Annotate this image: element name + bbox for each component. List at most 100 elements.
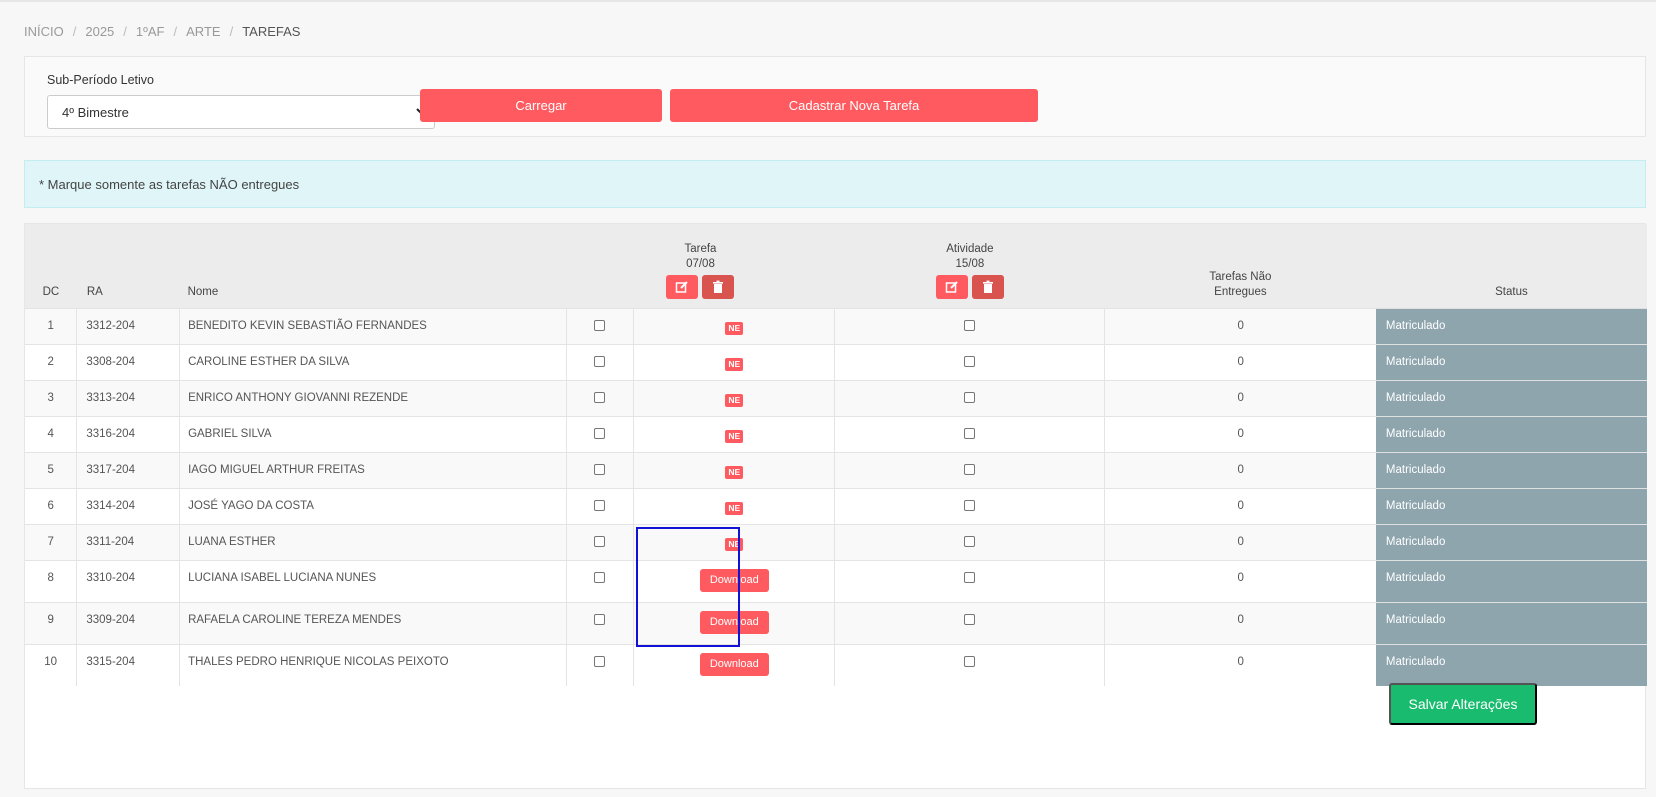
delete-tarefa-button[interactable] bbox=[702, 274, 735, 299]
ne-badge: NE bbox=[725, 357, 744, 371]
atividade-checkbox[interactable] bbox=[964, 499, 976, 511]
breadcrumb-separator: / bbox=[123, 24, 127, 39]
edit-tarefa-button[interactable] bbox=[666, 274, 699, 299]
load-button[interactable]: Carregar bbox=[420, 89, 662, 122]
table-body: 1 3312-204 BENEDITO KEVIN SEBASTIÃO FERNAN… bbox=[25, 307, 1647, 686]
breadcrumb-year[interactable]: 2025 bbox=[85, 24, 114, 39]
header-nao-entregues: Tarefas Não Entregues bbox=[1105, 224, 1376, 308]
cell-tarefa-check bbox=[565, 523, 634, 560]
breadcrumb-home[interactable]: INÍCIO bbox=[24, 24, 64, 39]
cell-ra: 3311-204 bbox=[76, 523, 180, 560]
tarefa-checkbox[interactable] bbox=[594, 355, 606, 367]
atividade-checkbox[interactable] bbox=[964, 571, 976, 583]
tarefa-checkbox[interactable] bbox=[594, 463, 606, 475]
breadcrumb-separator: / bbox=[173, 24, 178, 39]
cell-tarefa-file: Download bbox=[633, 643, 835, 686]
info-alert: * Marque somente as tarefas NÃO entregue… bbox=[24, 160, 1646, 208]
tarefa-checkbox[interactable] bbox=[594, 613, 606, 625]
atividade-checkbox[interactable] bbox=[964, 535, 976, 547]
cell-dc: 1 bbox=[25, 307, 77, 344]
cell-atividade-check bbox=[834, 523, 1105, 560]
header-ra: RA bbox=[86, 285, 103, 298]
table-row: 4 3316-204 GABRIEL SILVA NE 0 Matriculado bbox=[25, 415, 1647, 452]
cell-nao-entregues: 0 bbox=[1104, 559, 1376, 602]
cell-tarefa-file: NE bbox=[633, 343, 835, 380]
atividade-checkbox[interactable] bbox=[964, 427, 976, 439]
cell-nao-entregues: 0 bbox=[1104, 307, 1376, 344]
cell-tarefa-check bbox=[565, 307, 634, 344]
ne-badge: NE bbox=[725, 429, 744, 443]
cell-atividade-check bbox=[834, 343, 1105, 380]
cell-tarefa-file: NE bbox=[633, 523, 835, 560]
download-button[interactable]: Download bbox=[699, 568, 769, 592]
table-row: 8 3310-204 LUCIANA ISABEL LUCIANA NUNES Dow… bbox=[25, 559, 1647, 602]
cell-atividade-check bbox=[834, 451, 1105, 488]
cell-tarefa-check bbox=[565, 451, 634, 488]
save-changes-button[interactable]: Salvar Alterações bbox=[1389, 683, 1537, 725]
new-task-button[interactable]: Cadastrar Nova Tarefa bbox=[670, 89, 1038, 122]
tarefa-checkbox[interactable] bbox=[594, 427, 606, 439]
download-button[interactable]: Download bbox=[699, 610, 769, 634]
trash-icon bbox=[982, 280, 993, 293]
cell-tarefa-file: NE bbox=[633, 451, 835, 488]
cell-nome: BENEDITO KEVIN SEBASTIÃO FERNANDES bbox=[179, 307, 566, 344]
delete-atividade-button[interactable] bbox=[971, 274, 1004, 299]
cell-tarefa-check bbox=[565, 379, 634, 416]
table-row: 2 3308-204 CAROLINE ESTHER DA SILVA NE 0 Matr… bbox=[25, 343, 1647, 380]
cell-tarefa-check bbox=[565, 601, 634, 644]
breadcrumb-subject[interactable]: ARTE bbox=[186, 24, 220, 39]
atividade-checkbox[interactable] bbox=[964, 463, 976, 475]
cell-ra: 3312-204 bbox=[76, 307, 180, 344]
status-cell: Matriculado bbox=[1375, 379, 1647, 416]
cell-dc: 5 bbox=[25, 451, 77, 488]
cell-nao-entregues: 0 bbox=[1104, 451, 1376, 488]
cell-nao-entregues: 0 bbox=[1104, 487, 1376, 524]
breadcrumb: INÍCIO / 2025 / 1ºAF / ARTE / TAREFAS bbox=[24, 24, 300, 39]
breadcrumb-current: TAREFAS bbox=[242, 24, 301, 39]
tarefa-checkbox[interactable] bbox=[594, 655, 606, 667]
top-divider bbox=[0, 0, 1656, 2]
cell-nao-entregues: 0 bbox=[1104, 643, 1376, 686]
download-button[interactable]: Download bbox=[699, 652, 769, 676]
atividade-checkbox[interactable] bbox=[964, 391, 976, 403]
cell-dc: 8 bbox=[25, 559, 77, 602]
tarefa-checkbox[interactable] bbox=[594, 535, 606, 547]
tarefa-checkbox[interactable] bbox=[594, 319, 606, 331]
cell-tarefa-check bbox=[565, 487, 634, 524]
atividade-checkbox[interactable] bbox=[964, 613, 976, 625]
cell-atividade-check bbox=[834, 643, 1105, 686]
cell-tarefa-file: Download bbox=[633, 601, 835, 644]
table-row: 1 3312-204 BENEDITO KEVIN SEBASTIÃO FERNAN… bbox=[25, 307, 1647, 344]
atividade-checkbox[interactable] bbox=[964, 355, 976, 367]
table-header-row: DC RA Nome Tarefa 07/08 Atividade 15/08 … bbox=[25, 224, 1647, 308]
cell-nome: IAGO MIGUEL ARTHUR FREITAS bbox=[179, 451, 566, 488]
header-atividade: Atividade 15/08 bbox=[835, 224, 1105, 308]
cell-ra: 3308-204 bbox=[76, 343, 180, 380]
tarefa-checkbox[interactable] bbox=[594, 571, 606, 583]
ne-badge: NE bbox=[725, 465, 744, 479]
edit-atividade-button[interactable] bbox=[935, 274, 968, 299]
tarefa-checkbox[interactable] bbox=[594, 391, 606, 403]
breadcrumb-class[interactable]: 1ºAF bbox=[136, 24, 165, 39]
sub-period-select[interactable]: 4º Bimestre bbox=[47, 95, 435, 129]
cell-nome: CAROLINE ESTHER DA SILVA bbox=[179, 343, 566, 380]
cell-tarefa-file: NE bbox=[633, 307, 835, 344]
cell-nome: GABRIEL SILVA bbox=[179, 415, 566, 452]
status-cell: Matriculado bbox=[1375, 487, 1647, 524]
tarefa-checkbox[interactable] bbox=[594, 499, 606, 511]
atividade-checkbox[interactable] bbox=[964, 655, 976, 667]
status-cell: Matriculado bbox=[1375, 343, 1647, 380]
status-cell: Matriculado bbox=[1375, 415, 1647, 452]
header-dc: DC bbox=[42, 285, 60, 298]
ne-badge: NE bbox=[725, 537, 744, 551]
cell-dc: 2 bbox=[25, 343, 77, 380]
cell-ra: 3314-204 bbox=[76, 487, 180, 524]
cell-atividade-check bbox=[834, 487, 1105, 524]
cell-nome: THALES PEDRO HENRIQUE NICOLAS PEIXOTO bbox=[179, 643, 566, 686]
edit-icon bbox=[945, 280, 958, 293]
atividade-checkbox[interactable] bbox=[964, 319, 976, 331]
table-row: 10 3315-204 THALES PEDRO HENRIQUE NICOLAS … bbox=[25, 643, 1647, 686]
filter-panel: Sub-Período Letivo 4º Bimestre Carregar … bbox=[24, 56, 1646, 137]
edit-icon bbox=[676, 280, 689, 293]
cell-tarefa-file: NE bbox=[633, 379, 835, 416]
